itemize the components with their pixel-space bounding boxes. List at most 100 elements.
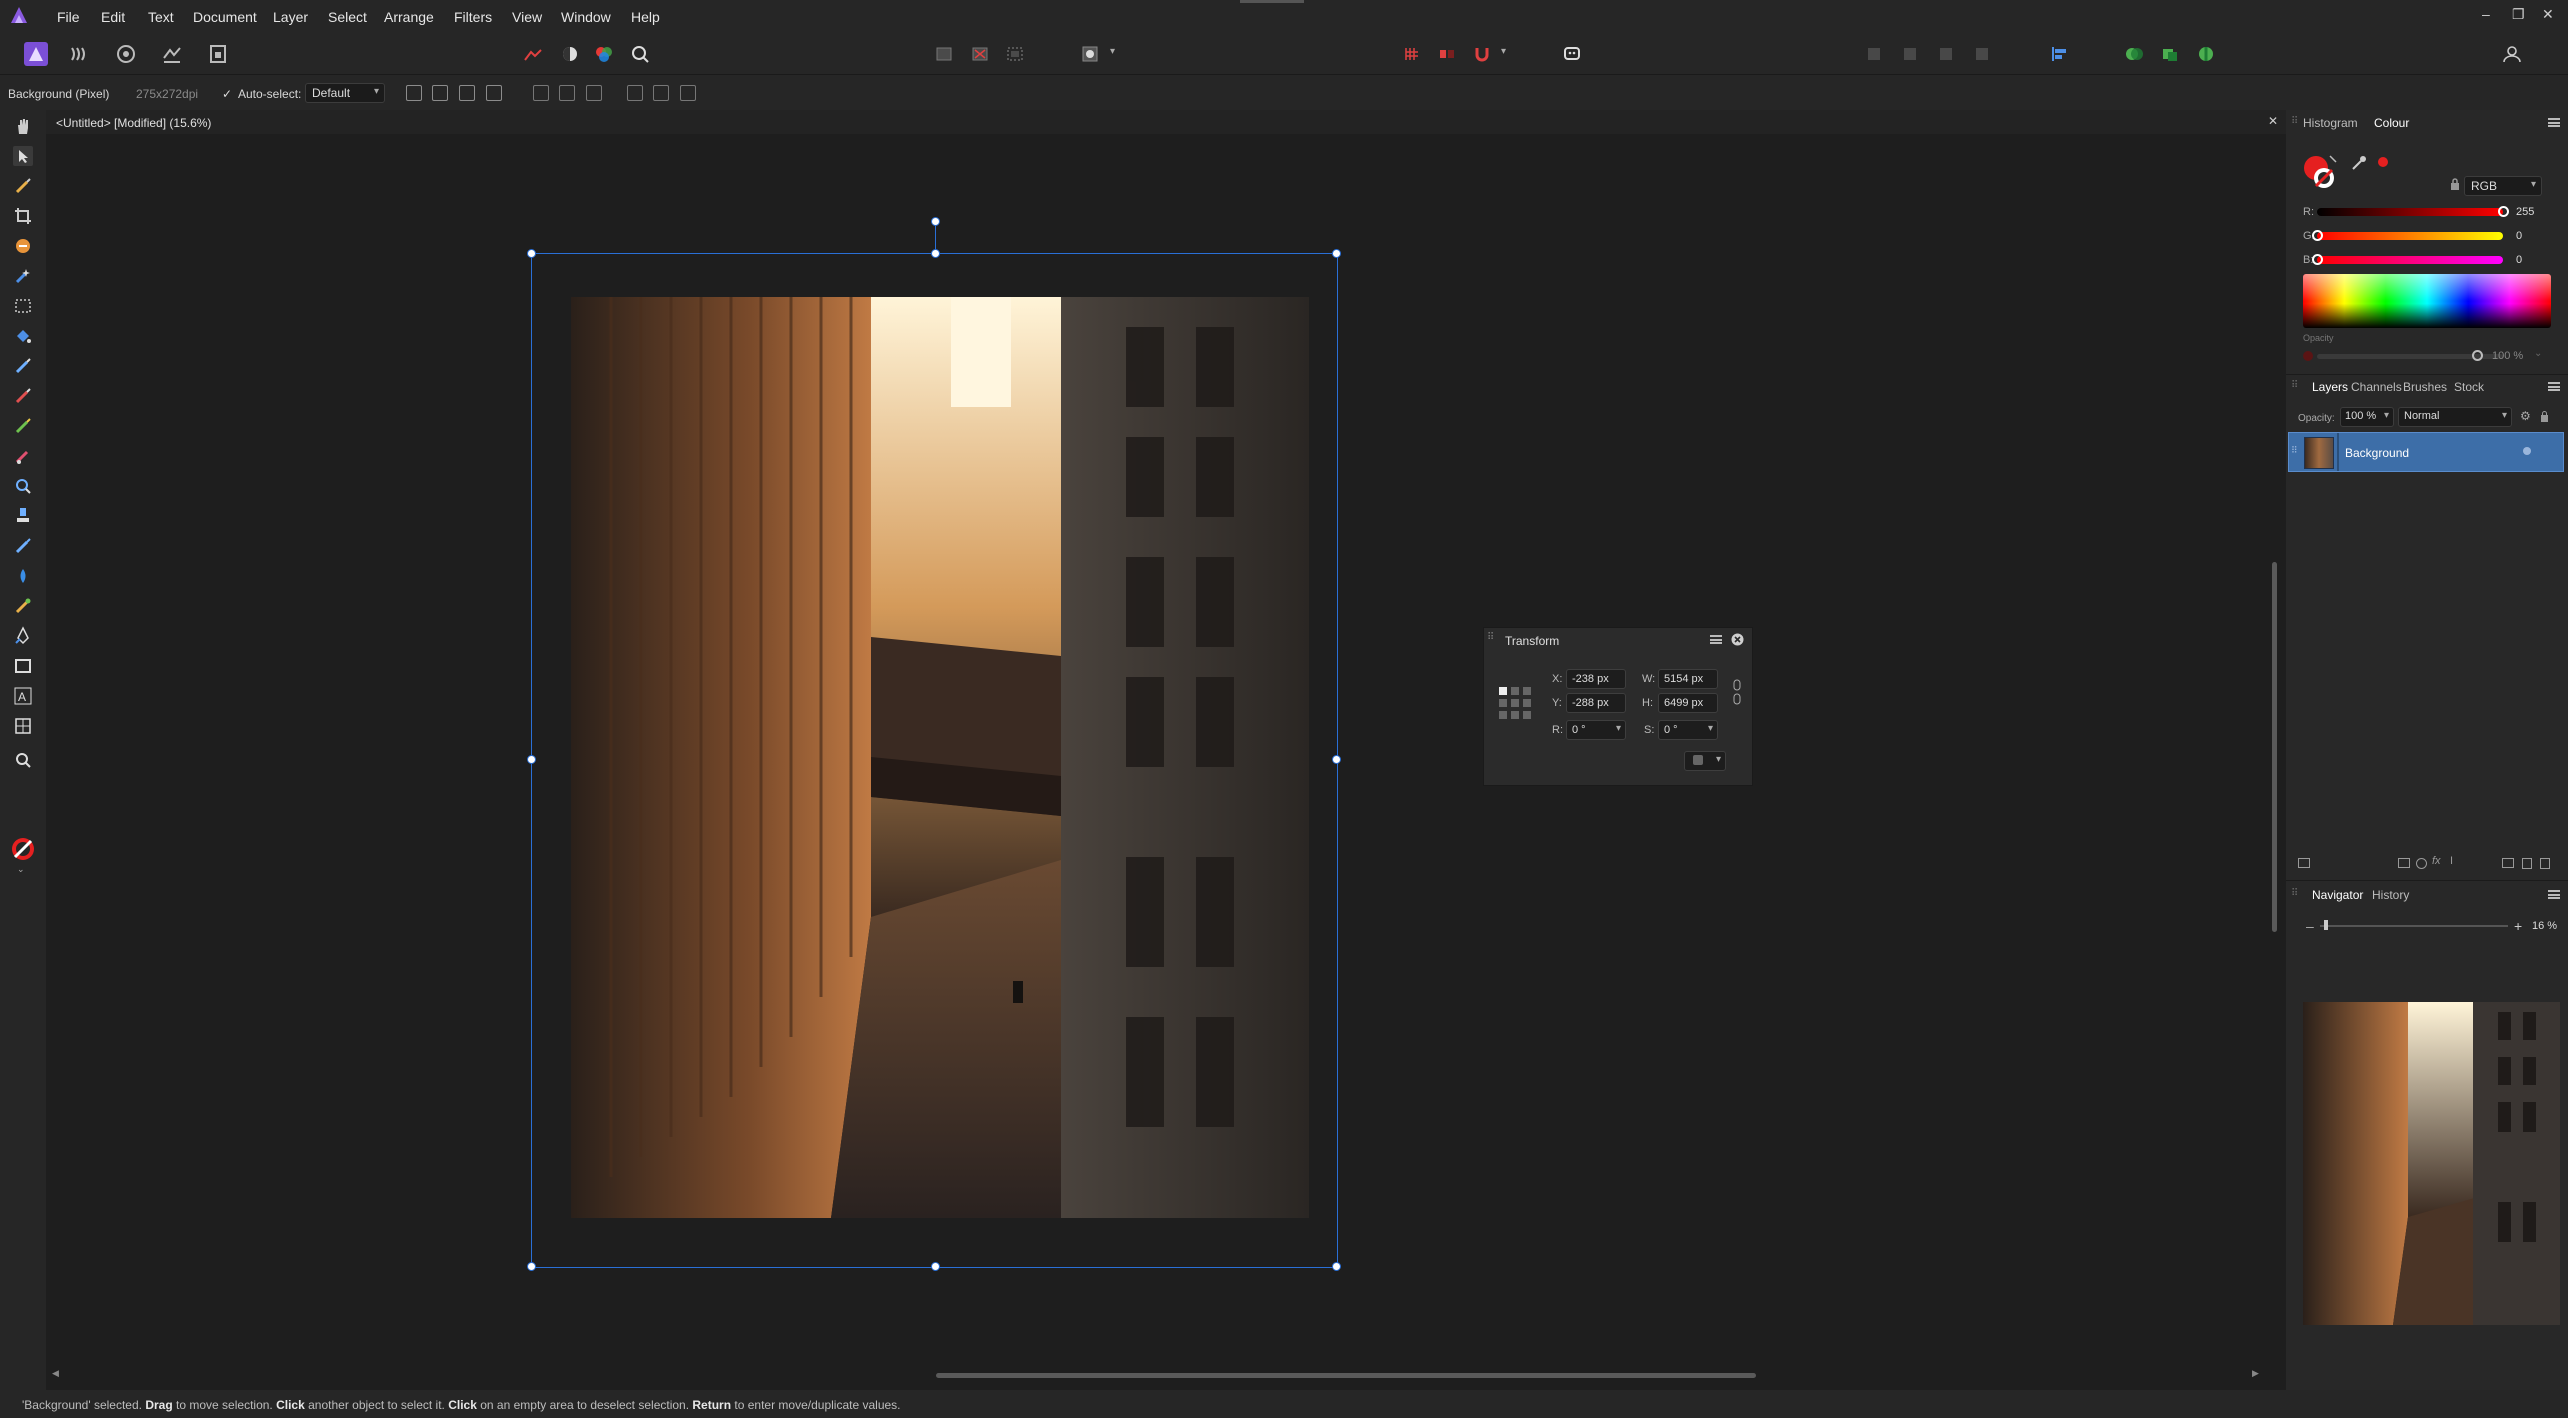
show-selection-box-icon[interactable] xyxy=(432,85,448,101)
alignment-icon[interactable] xyxy=(2048,42,2072,66)
transform-options-button[interactable]: ▾ xyxy=(1684,751,1726,771)
scroll-left-icon[interactable]: ◀ xyxy=(52,1368,59,1379)
tab-colour[interactable]: Colour xyxy=(2374,116,2409,130)
h-field[interactable]: 6499 px xyxy=(1658,693,1718,713)
add-icon[interactable] xyxy=(2122,42,2146,66)
invert-selection-icon[interactable] xyxy=(1003,42,1027,66)
green-slider-knob[interactable] xyxy=(2312,230,2323,241)
close-window-icon[interactable]: ✕ xyxy=(2542,6,2554,23)
move-tool-icon[interactable] xyxy=(13,146,33,166)
selection-bounding-box[interactable] xyxy=(531,253,1338,1268)
menu-window[interactable]: Window xyxy=(561,9,611,25)
menu-edit[interactable]: Edit xyxy=(101,9,125,25)
photo-persona-icon[interactable] xyxy=(24,42,48,66)
transform-origin-icon[interactable] xyxy=(406,85,422,101)
tab-channels[interactable]: Channels xyxy=(2351,380,2402,394)
pixel-layer-icon[interactable]: I xyxy=(2450,855,2453,867)
tab-history[interactable]: History xyxy=(2372,888,2409,902)
lock-icon[interactable] xyxy=(2540,411,2549,422)
arrange-backward-icon[interactable] xyxy=(1898,42,1922,66)
add-mask-icon[interactable] xyxy=(2398,858,2410,868)
red-slider[interactable] xyxy=(2317,208,2503,216)
levels-icon[interactable] xyxy=(521,42,545,66)
minimize-icon[interactable]: – xyxy=(2482,6,2490,22)
resize-handle-bottom[interactable] xyxy=(931,1262,940,1271)
blue-slider[interactable] xyxy=(2317,256,2503,264)
panel-grip-icon[interactable]: ⠿ xyxy=(2291,888,2298,899)
close-document-icon[interactable]: ✕ xyxy=(2268,114,2278,128)
layer-effects-icon[interactable] xyxy=(2298,858,2310,868)
resize-handle-top[interactable] xyxy=(931,249,940,258)
tab-histogram[interactable]: Histogram xyxy=(2303,116,2358,130)
rotation-handle[interactable] xyxy=(931,217,940,226)
artistic-text-tool-icon[interactable]: A xyxy=(13,686,33,706)
canvas[interactable]: ◀ ▶ xyxy=(46,134,2277,1378)
clone-tool-icon[interactable] xyxy=(13,506,33,526)
gear-icon[interactable]: ⚙ xyxy=(2520,409,2531,423)
blend-mode-dropdown[interactable]: Normal ▾ xyxy=(2398,407,2512,427)
align-top-icon[interactable] xyxy=(627,85,643,101)
anchor-point-grid-icon[interactable] xyxy=(1498,686,1532,720)
auto-adjust-icon[interactable] xyxy=(628,42,652,66)
menu-filters[interactable]: Filters xyxy=(454,9,492,25)
menu-help[interactable]: Help xyxy=(631,9,660,25)
menu-document[interactable]: Document xyxy=(193,9,257,25)
w-field[interactable]: 5154 px xyxy=(1658,669,1718,689)
selection-brush-tool-icon[interactable] xyxy=(13,236,33,256)
export-persona-icon[interactable] xyxy=(206,42,230,66)
opacity-value[interactable]: 100 % xyxy=(2492,350,2523,362)
delete-layer-icon[interactable] xyxy=(2540,858,2550,869)
auto-select-checkbox[interactable]: ✓ xyxy=(222,87,232,101)
resize-handle-left[interactable] xyxy=(527,755,536,764)
zoom-out-icon[interactable]: – xyxy=(2306,918,2314,934)
menu-file[interactable]: File xyxy=(57,9,80,25)
resize-handle-right[interactable] xyxy=(1332,755,1341,764)
zoom-slider[interactable] xyxy=(2320,925,2508,927)
layer-visibility-icon[interactable] xyxy=(2523,447,2531,455)
navigator-preview[interactable] xyxy=(2303,1002,2560,1325)
live-filter-icon[interactable]: fx xyxy=(2432,855,2441,867)
colour-picker-icon[interactable] xyxy=(2350,154,2368,172)
add-layer-icon[interactable] xyxy=(2522,858,2532,869)
mesh-warp-tool-icon[interactable] xyxy=(13,716,33,736)
add-group-icon[interactable] xyxy=(2502,858,2514,868)
menu-view[interactable]: View xyxy=(512,9,542,25)
colour-swatch-icon[interactable] xyxy=(10,836,36,862)
lock-aspect-ratio-icon[interactable] xyxy=(1732,678,1742,706)
close-panel-icon[interactable] xyxy=(1731,633,1744,646)
navigator-zoom-value[interactable]: 16 % xyxy=(2532,920,2557,932)
swap-colours-icon[interactable]: ⌄ xyxy=(17,864,25,875)
pen-tool-icon[interactable] xyxy=(13,626,33,646)
crop-tool-icon[interactable] xyxy=(13,206,33,226)
tab-brushes[interactable]: Brushes xyxy=(2403,380,2447,394)
arrange-back-icon[interactable] xyxy=(1862,42,1886,66)
align-bottom-icon[interactable] xyxy=(680,85,696,101)
panel-grip-icon[interactable]: ⠿ xyxy=(1487,632,1494,643)
hsl-icon[interactable] xyxy=(592,42,616,66)
align-middle-icon[interactable] xyxy=(653,85,669,101)
green-value[interactable]: 0 xyxy=(2516,230,2522,242)
assistant-icon[interactable] xyxy=(1560,42,1584,66)
resize-handle-bottom-left[interactable] xyxy=(527,1262,536,1271)
tab-navigator[interactable]: Navigator xyxy=(2312,888,2363,902)
marquee-tool-icon[interactable] xyxy=(13,296,33,316)
panel-grip-icon[interactable]: ⠿ xyxy=(2291,116,2298,127)
picked-colour-swatch[interactable] xyxy=(2378,157,2388,167)
restore-icon[interactable]: ❐ xyxy=(2512,6,2525,23)
red-eye-tool-icon[interactable] xyxy=(13,476,33,496)
document-tab[interactable]: <Untitled> [Modified] (15.6%) ✕ xyxy=(46,110,2286,134)
subtract-icon[interactable] xyxy=(2158,42,2182,66)
zoom-slider-knob[interactable] xyxy=(2324,920,2328,930)
selection-rect-icon[interactable] xyxy=(932,42,956,66)
force-pixel-alignment-icon[interactable] xyxy=(1435,42,1459,66)
colour-model-dropdown[interactable]: RGB ▾ xyxy=(2464,176,2542,196)
red-slider-knob[interactable] xyxy=(2498,206,2509,217)
zoom-in-icon[interactable]: + xyxy=(2514,918,2522,934)
flood-select-tool-icon[interactable] xyxy=(13,266,33,286)
menu-arrange[interactable]: Arrange xyxy=(384,9,434,25)
transform-menu-icon[interactable] xyxy=(1710,635,1722,644)
rectangle-tool-icon[interactable] xyxy=(13,656,33,676)
white-balance-icon[interactable] xyxy=(558,42,582,66)
healing-brush-tool-icon[interactable] xyxy=(13,446,33,466)
tab-layers[interactable]: Layers xyxy=(2312,380,2348,394)
